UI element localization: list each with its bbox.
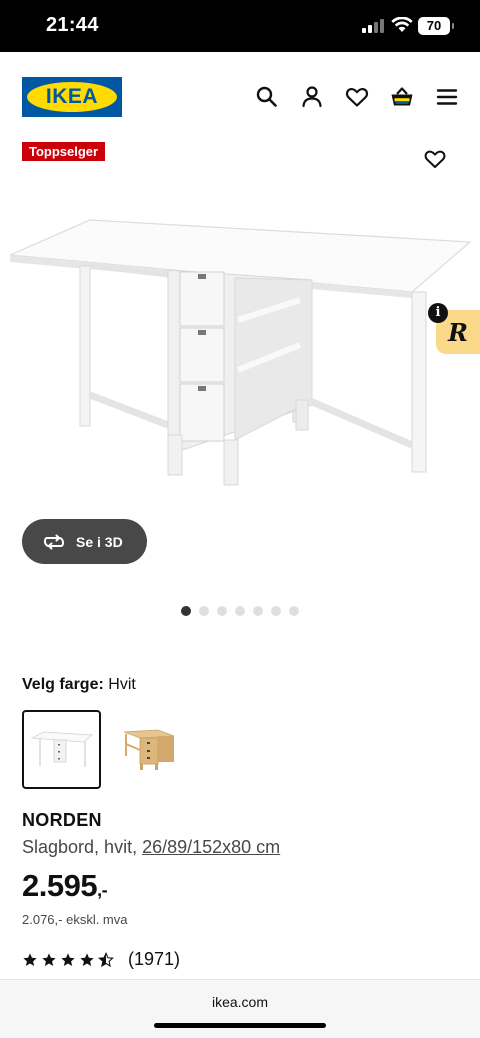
heart-icon[interactable] (344, 84, 370, 110)
browser-domain[interactable]: ikea.com (0, 994, 480, 1010)
star-icon (61, 952, 75, 966)
menu-icon[interactable] (434, 84, 460, 110)
view-3d-button[interactable]: Se i 3D (22, 519, 147, 564)
ikea-logo[interactable]: IKEA (22, 77, 122, 117)
product-name: NORDEN (22, 810, 102, 830)
carousel-dot[interactable] (181, 606, 191, 616)
half-star-icon (98, 951, 114, 967)
info-icon[interactable]: i (428, 303, 448, 323)
price-ex-vat: 2.076,- ekskl. mva (22, 912, 128, 927)
carousel-dots (181, 606, 299, 616)
price-suffix: ,- (97, 880, 108, 900)
carousel-dot[interactable] (271, 606, 281, 616)
wifi-icon (391, 17, 413, 32)
carousel-dot[interactable] (235, 606, 245, 616)
product-measurements-link[interactable]: 26/89/152x80 cm (142, 837, 280, 857)
review-count[interactable]: (1971) (128, 949, 180, 970)
logo-text: IKEA (45, 85, 99, 108)
battery-indicator: 70 (418, 17, 454, 35)
product-type: Slagbord, hvit, (22, 837, 143, 857)
rating-stars (22, 951, 114, 968)
star-icon (80, 952, 94, 966)
star-icon (42, 952, 56, 966)
selected-color-value: Hvit (108, 676, 136, 693)
product-description: Slagbord, hvit, 26/89/152x80 cm (22, 837, 280, 858)
logo-oval: IKEA (27, 82, 117, 112)
cellular-signal-icon (362, 19, 386, 33)
status-bar: 21:44 70 (0, 0, 480, 52)
rotate-3d-icon (43, 534, 65, 549)
price-value: 2.595 (22, 868, 98, 903)
product-image[interactable] (0, 200, 480, 500)
carousel-dot[interactable] (217, 606, 227, 616)
swatch-birch[interactable] (110, 710, 189, 789)
home-indicator (154, 1023, 326, 1028)
view-3d-label: Se i 3D (76, 533, 123, 550)
product-price: 2.595,- (22, 868, 108, 904)
color-selection-label: Velg farge: Hvit (22, 676, 136, 694)
white-table-thumbnail (30, 731, 93, 767)
favourite-heart-icon[interactable] (423, 147, 447, 169)
account-icon[interactable] (299, 84, 325, 110)
carousel-dot[interactable] (289, 606, 299, 616)
birch-table-thumbnail (123, 729, 174, 770)
swatch-white[interactable] (22, 710, 101, 789)
carousel-dot[interactable] (199, 606, 209, 616)
carousel-dot[interactable] (253, 606, 263, 616)
product-rating[interactable]: (1971) (22, 949, 180, 970)
toppselger-badge: Toppselger (22, 142, 106, 161)
search-icon[interactable] (254, 84, 280, 110)
star-icon (23, 952, 37, 966)
browser-address-bar[interactable]: ikea.com (0, 979, 480, 1038)
color-label-text: Velg farge: (22, 676, 104, 693)
status-time: 21:44 (46, 14, 99, 36)
basket-icon[interactable] (389, 84, 415, 110)
